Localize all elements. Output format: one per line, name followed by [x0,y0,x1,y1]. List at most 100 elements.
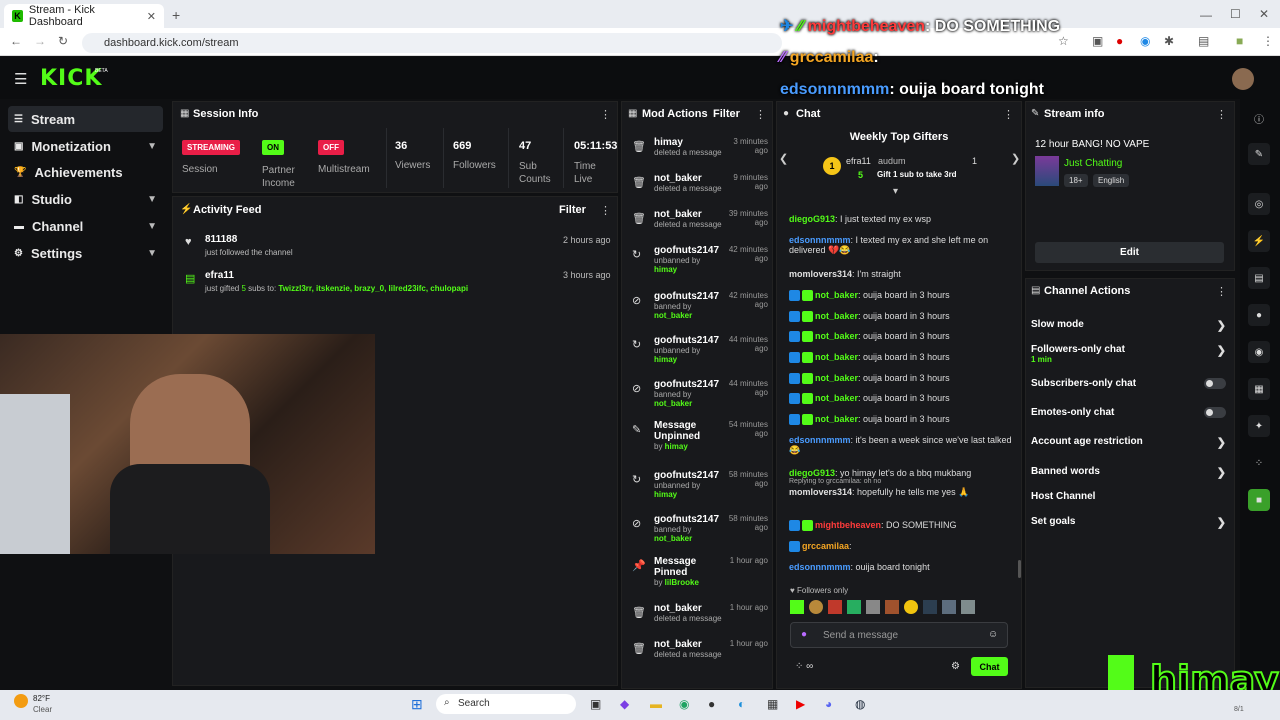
chat-username[interactable]: diegoG913 [789,214,835,224]
mod-action-target[interactable]: goofnuts2147 [654,335,724,346]
chat-input-placeholder[interactable]: Send a message [823,630,898,641]
chat-username[interactable]: momlovers314 [789,487,852,497]
channel-action-subscribers-only-chat[interactable]: Subscribers-only chat [1031,378,1226,400]
broadcast-icon[interactable]: ◉ [1248,341,1270,363]
mod-action-by[interactable]: lilBrooke [665,578,699,587]
mod-action-target[interactable]: goofnuts2147 [654,514,724,525]
layout-icon[interactable]: ▦ [1248,378,1270,400]
chat-username[interactable]: edsonnnmmm [789,235,851,245]
edge-icon[interactable]: ◐ [738,697,745,711]
chat-username[interactable]: not_baker [815,393,858,403]
mod-action-target[interactable]: not_baker [654,639,724,650]
green-app-icon[interactable]: ■ [1248,489,1270,511]
maximize-icon[interactable]: ☐ [1230,7,1241,21]
sidebar-item-stream[interactable]: ☰ Stream [8,106,163,132]
mod-action-target[interactable]: not_baker [654,173,724,184]
discord-icon[interactable]: ◕ [825,697,832,711]
send-chat-button[interactable]: Chat [971,657,1008,676]
mod-actions-menu-icon[interactable]: ⋮ [755,108,766,121]
mod-action-target[interactable]: Message Pinned [654,556,724,578]
chat-tools-icon[interactable]: ⁘ ∞ [795,661,813,672]
emote-icon[interactable] [790,600,804,614]
taskbar-search[interactable]: Search [436,694,576,714]
chat-username[interactable]: mightbeheaven [815,520,881,530]
chat-bubble-icon[interactable]: ● [1248,304,1270,326]
emoji-icon[interactable]: ☺ [988,629,998,640]
mod-action-target[interactable]: goofnuts2147 [654,245,724,256]
channel-action-emotes-only-chat[interactable]: Emotes-only chat [1031,407,1226,429]
channel-action-banned-words[interactable]: Banned words ❯ [1031,466,1226,488]
mod-action-target[interactable]: goofnuts2147 [654,470,724,481]
emote-icon[interactable] [809,600,823,614]
mod-action-by[interactable]: himay [665,442,688,451]
sidepanel-icon[interactable]: ▤ [1198,34,1209,48]
emote-icon[interactable] [942,600,956,614]
chat-username[interactable]: momlovers314 [789,269,852,279]
channel-actions-menu-icon[interactable]: ⋮ [1216,285,1227,298]
back-icon[interactable]: ← [10,34,22,48]
chat-settings-icon[interactable]: ⚙ [951,661,960,672]
extension-2-icon[interactable]: ◉ [1140,34,1150,48]
channel-action-set-goals[interactable]: Set goals ❯ [1031,516,1226,538]
activity-user[interactable]: 811188 [205,234,237,245]
browser-menu-icon[interactable]: ⋮ [1262,34,1274,48]
mod-action-target[interactable]: goofnuts2147 [654,379,724,390]
youtube-icon[interactable]: ▶ [796,697,805,711]
mod-action-target[interactable]: goofnuts2147 [654,291,724,302]
emote-icon[interactable] [904,600,918,614]
emote-icon[interactable] [923,600,937,614]
edit-stream-button[interactable]: Edit [1035,242,1224,263]
user-avatar[interactable] [1232,68,1254,90]
minimize-icon[interactable]: — [1200,8,1212,22]
mod-action-target[interactable]: not_baker [654,209,724,220]
toggle-switch[interactable] [1204,407,1226,418]
mod-action-by[interactable]: not_baker [654,399,692,408]
list-icon[interactable]: ▤ [1248,267,1270,289]
chat-username[interactable]: grccamilaa [802,541,849,551]
chat-username[interactable]: diegoG913 [789,468,835,478]
sidebar-item-channel[interactable]: ▬ Channel ▼ [8,213,163,239]
extensions-puzzle-icon[interactable]: ✱ [1164,34,1174,48]
toggle-switch[interactable] [1204,378,1226,389]
chat-username[interactable]: not_baker [815,373,858,383]
mod-action-by[interactable]: himay [654,355,677,364]
close-tab-icon[interactable]: ✕ [147,10,156,23]
obs-icon[interactable]: ● [708,697,715,711]
edit-icon[interactable]: ✎ [1248,143,1270,165]
copilot-icon[interactable]: ◆ [620,697,629,711]
sidebar-item-studio[interactable]: ◧ Studio ▼ [8,186,163,212]
reload-icon[interactable]: ↻ [58,34,68,48]
browser-tab[interactable]: K Stream - Kick Dashboard ✕ [4,4,164,28]
mod-filter-button[interactable]: Filter [713,108,740,120]
channel-action-account-age-restriction[interactable]: Account age restriction ❯ [1031,436,1226,458]
chat-menu-icon[interactable]: ⋮ [1003,108,1014,121]
close-window-icon[interactable]: ✕ [1259,7,1269,21]
emote-icon[interactable] [885,600,899,614]
mod-action-by[interactable]: not_baker [654,534,692,543]
url-input[interactable]: dashboard.kick.com/stream [82,33,782,53]
emote-icon[interactable] [961,600,975,614]
mod-action-by[interactable]: himay [654,265,677,274]
mod-action-by[interactable]: himay [654,490,677,499]
channel-action-host-channel[interactable]: Host Channel [1031,491,1226,513]
gifter1-name[interactable]: efra11 [846,156,871,166]
profile-icon[interactable]: ■ [1236,34,1243,48]
mod-action-target[interactable]: Message Unpinned [654,420,724,442]
stream-info-menu-icon[interactable]: ⋮ [1216,108,1227,121]
gift-sub-cta[interactable]: Gift 1 sub to take 3rd [877,170,957,179]
activity-feed-menu-icon[interactable]: ⋮ [600,204,611,217]
chat-scrollbar[interactable] [1018,560,1021,578]
extension-icon[interactable]: ▣ [1092,34,1103,48]
category-thumbnail[interactable] [1035,156,1059,186]
category-name[interactable]: Just Chatting [1064,158,1122,169]
sidebar-item-monetization[interactable]: ▣ Monetization ▼ [8,133,163,159]
apps-icon[interactable]: ⁘ [1248,452,1270,474]
wrench-icon[interactable]: ✦ [1248,415,1270,437]
microphone-icon[interactable]: ● [801,629,807,640]
chat-username[interactable]: not_baker [815,352,858,362]
emote-icon[interactable] [866,600,880,614]
new-tab-button[interactable]: + [172,7,180,23]
gifter2-name[interactable]: audum [878,156,906,166]
chrome-icon[interactable]: ◉ [679,697,689,711]
emote-icon[interactable] [828,600,842,614]
